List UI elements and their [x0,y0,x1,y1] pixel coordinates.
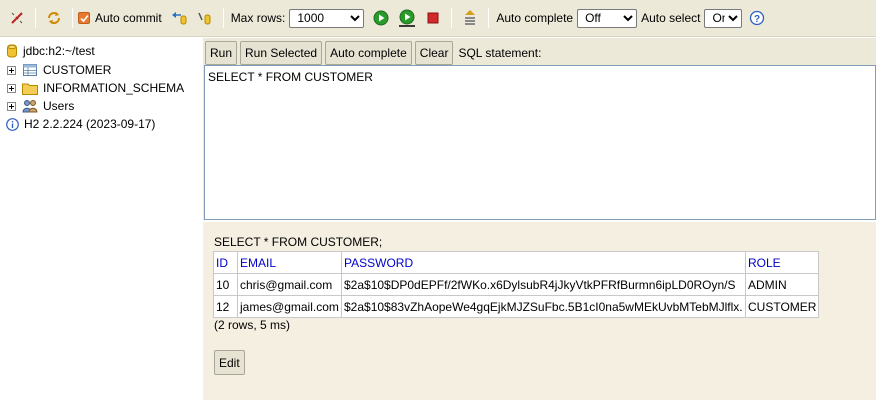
schema-tree: jdbc:h2:~/test CUSTOMER INFORMATION_SCHE… [0,38,200,400]
sql-statement-label: SQL statement: [458,46,542,60]
users-icon [22,99,38,113]
connection-label: jdbc:h2:~/test [23,44,95,58]
auto-commit-label: Auto commit [95,11,162,25]
table-cell: 10 [213,273,238,296]
toolbar: Auto commit Max rows: 1000 Auto complete… [0,0,876,37]
max-rows-select[interactable]: 1000 [289,8,365,28]
database-icon [6,44,18,58]
column-header[interactable]: ID [213,251,238,274]
refresh-icon[interactable] [43,7,65,29]
disconnect-icon[interactable] [6,7,28,29]
sql-button-row: Run Run Selected Auto complete Clear SQL… [205,41,541,65]
run-button[interactable]: Run [205,41,238,65]
folder-icon [22,81,38,95]
stop-icon[interactable] [422,7,444,29]
max-rows-label: Max rows: [230,11,286,25]
auto-complete-button[interactable]: Auto complete [325,41,412,65]
info-icon [5,117,19,131]
sql-panel: Run Run Selected Auto complete Clear SQL… [203,38,876,220]
column-header[interactable]: ROLE [744,251,820,274]
table-cell: CUSTOMER [744,295,820,318]
tree-item-label: CUSTOMER [43,63,112,77]
tree-item-customer[interactable]: CUSTOMER [0,61,111,79]
history-icon[interactable] [459,7,481,29]
table-icon [22,63,38,77]
toolbar-separator [488,8,490,28]
table-row: 10 chris@gmail.com $2a$10$DP0dEPFf/2fWKo… [213,273,820,296]
version-label: H2 2.2.224 (2023-09-17) [24,117,156,131]
auto-select-select[interactable]: On [704,8,743,28]
table-cell: $2a$10$83vZhAopeWe4gqEjkMJZSuFbc.5B1cI0n… [341,295,746,318]
auto-complete-select[interactable]: Off [577,8,638,28]
column-header[interactable]: EMAIL [237,251,342,274]
executed-statement: SELECT * FROM CUSTOMER; [214,235,383,249]
toolbar-separator [451,8,453,28]
edit-button[interactable]: Edit [214,350,245,375]
run-selected-icon[interactable] [396,7,418,29]
tree-item-label: Users [43,99,75,113]
help-icon[interactable]: ? [746,7,768,29]
auto-commit-checkbox[interactable] [78,12,90,24]
table-cell: $2a$10$DP0dEPFf/2fWKo.x6DylsubR4jJkyVtkP… [341,273,746,296]
auto-complete-label: Auto complete [496,11,574,25]
column-header[interactable]: PASSWORD [341,251,746,274]
toolbar-separator [72,8,73,28]
toolbar-separator [222,8,224,28]
run-selected-button[interactable]: Run Selected [240,41,323,65]
toolbar-separator [35,8,36,28]
row-count-info: (2 rows, 5 ms) [214,318,291,332]
table-header-row: ID EMAIL PASSWORD ROLE [213,251,820,274]
table-row: 12 james@gmail.com $2a$10$83vZhAopeWe4gq… [213,295,820,318]
result-table: ID EMAIL PASSWORD ROLE 10 chris@gmail.co… [213,251,820,318]
auto-select-label: Auto select [641,11,701,25]
expand-icon[interactable] [7,101,16,111]
rollback-icon[interactable] [168,7,190,29]
tree-connection[interactable]: jdbc:h2:~/test [6,42,95,60]
clear-button[interactable]: Clear [414,41,454,65]
expand-icon[interactable] [7,83,16,93]
tree-item-label: INFORMATION_SCHEMA [43,81,185,95]
run-play-icon[interactable] [370,7,392,29]
result-panel: SELECT * FROM CUSTOMER; ID EMAIL PASSWOR… [203,222,876,400]
help-glyph: ? [754,14,760,25]
tree-version: H2 2.2.224 (2023-09-17) [5,115,155,133]
tree-item-users[interactable]: Users [0,97,74,115]
commit-icon[interactable] [194,7,216,29]
table-cell: chris@gmail.com [237,273,342,296]
sql-editor[interactable]: SELECT * FROM CUSTOMER [204,65,876,220]
expand-icon[interactable] [7,65,16,75]
table-cell: ADMIN [744,273,820,296]
tree-item-information-schema[interactable]: INFORMATION_SCHEMA [0,79,184,97]
table-cell: 12 [213,295,238,318]
table-cell: james@gmail.com [237,295,342,318]
